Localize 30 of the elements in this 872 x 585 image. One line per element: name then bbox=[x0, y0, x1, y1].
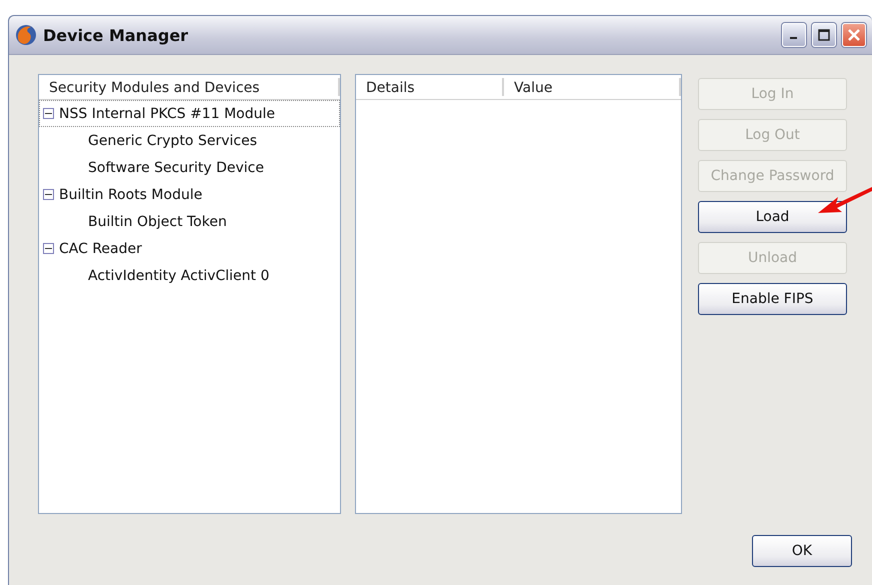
column-header[interactable]: Details bbox=[356, 78, 504, 96]
close-icon bbox=[848, 29, 860, 41]
tree-label: Software Security Device bbox=[88, 160, 264, 176]
tree-item[interactable]: NSS Internal PKCS #11 Module bbox=[39, 100, 340, 127]
tree-label: ActivIdentity ActivClient 0 bbox=[88, 268, 270, 284]
collapse-icon[interactable] bbox=[43, 189, 54, 200]
minimize-button[interactable] bbox=[782, 23, 806, 47]
collapse-icon[interactable] bbox=[43, 108, 54, 119]
tree-label: NSS Internal PKCS #11 Module bbox=[59, 106, 275, 122]
action-button[interactable]: Load bbox=[698, 201, 847, 233]
column-header[interactable]: Security Modules and Devices bbox=[39, 78, 340, 96]
tree-item[interactable]: ActivIdentity ActivClient 0 bbox=[39, 262, 340, 289]
tree-item[interactable]: CAC Reader bbox=[39, 235, 340, 262]
tree-item[interactable]: Software Security Device bbox=[39, 154, 340, 181]
app-logo-icon bbox=[15, 24, 37, 46]
window-title: Device Manager bbox=[43, 26, 190, 44]
tree-item[interactable]: Generic Crypto Services bbox=[39, 127, 340, 154]
column-header[interactable]: Value bbox=[504, 78, 681, 96]
tree-label: CAC Reader bbox=[59, 240, 142, 256]
tree-label: Builtin Roots Module bbox=[59, 186, 202, 202]
tree-item[interactable]: Builtin Roots Module bbox=[39, 181, 340, 208]
tree-label: Generic Crypto Services bbox=[88, 132, 257, 148]
tree-label: Builtin Object Token bbox=[88, 214, 227, 230]
tree-item[interactable]: Builtin Object Token bbox=[39, 208, 340, 235]
collapse-icon[interactable] bbox=[43, 243, 54, 254]
close-button[interactable] bbox=[842, 23, 866, 47]
maximize-icon bbox=[818, 29, 830, 41]
action-button[interactable]: Enable FIPS bbox=[698, 283, 847, 315]
maximize-button[interactable] bbox=[812, 23, 836, 47]
ok-button[interactable]: OK bbox=[752, 535, 852, 567]
